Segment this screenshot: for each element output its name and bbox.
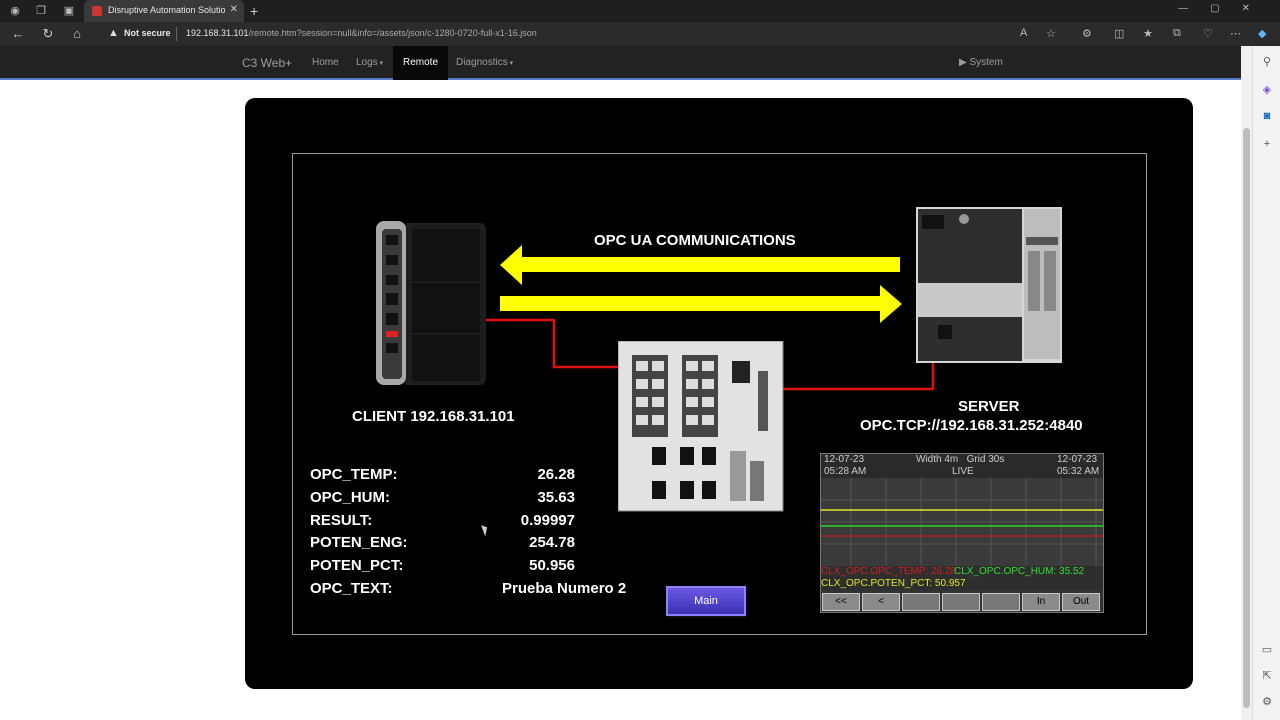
legend-temp: CLX_OPC.OPC_TEMP: 26.28 <box>821 566 957 577</box>
server-address: OPC.TCP://192.168.31.252:4840 <box>860 417 1083 434</box>
arrow-right-icon <box>500 285 902 323</box>
tag-value-temp: 26.28 <box>537 466 575 483</box>
trend-legend: CLX_OPC.OPC_TEMP: 26.28 CLX_OPC.OPC_HUM:… <box>821 566 1103 590</box>
trend-rewind-button[interactable]: << <box>822 593 860 611</box>
trend-end-date: 12-07-23 <box>1057 454 1098 465</box>
tag-label-hum: OPC_HUM: <box>310 489 391 506</box>
trend-zoom-out-button[interactable]: Out <box>1062 593 1100 611</box>
trend-chart: 12-07-23 05:28 AM Width 4m Grid 30s LIVE… <box>820 453 1104 613</box>
ethernet-switch-device-icon <box>618 341 784 512</box>
client-gateway-device-icon <box>376 221 486 385</box>
legend-hum: CLX_OPC.OPC_HUM: 35.52 <box>954 566 1085 577</box>
trend-plot[interactable] <box>821 478 1103 566</box>
tag-value-hum: 35.63 <box>537 489 575 506</box>
trend-forward-button[interactable] <box>902 593 940 611</box>
trend-start-time: 05:28 AM <box>824 466 867 477</box>
trend-start-date: 12-07-23 <box>824 454 865 465</box>
trend-fast-forward-button[interactable] <box>942 593 980 611</box>
trend-live-label: LIVE <box>952 466 974 477</box>
tag-value-opc-text: Prueba Numero 2 <box>502 580 627 597</box>
trend-buttons: << < In Out <box>821 593 1103 613</box>
trend-header: 12-07-23 05:28 AM Width 4m Grid 30s LIVE… <box>821 454 1103 478</box>
main-button[interactable]: Main <box>666 586 746 616</box>
tag-label-poten-pct: POTEN_PCT: <box>310 557 404 574</box>
server-label: SERVER <box>958 398 1020 415</box>
arrow-left-icon <box>500 245 900 285</box>
trend-width-grid: Width 4m Grid 30s <box>916 454 1005 465</box>
tag-value-poten-pct: 50.956 <box>529 557 575 574</box>
trend-end-time: 05:32 AM <box>1057 466 1100 477</box>
tag-label-result: RESULT: <box>310 512 373 529</box>
trend-back-button[interactable]: < <box>862 593 900 611</box>
trend-live-button[interactable] <box>982 593 1020 611</box>
tag-label-temp: OPC_TEMP: <box>310 466 398 483</box>
tag-value-poten-eng: 254.78 <box>529 534 575 551</box>
client-label: CLIENT 192.168.31.101 <box>352 408 515 425</box>
tag-label-poten-eng: POTEN_ENG: <box>310 534 408 551</box>
legend-poten: CLX_OPC.POTEN_PCT: 50.957 <box>821 578 966 589</box>
server-plc-device-icon <box>916 207 1062 363</box>
trend-zoom-in-button[interactable]: In <box>1022 593 1060 611</box>
comm-title: OPC UA COMMUNICATIONS <box>594 232 796 249</box>
tag-label-opc-text: OPC_TEXT: <box>310 580 393 597</box>
